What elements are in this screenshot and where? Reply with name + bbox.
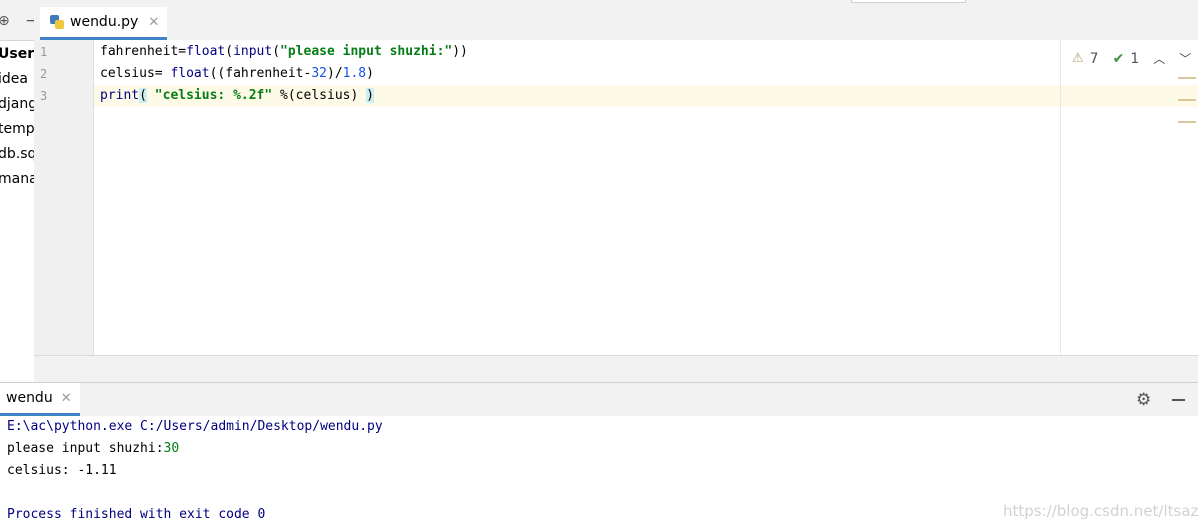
ok-count: 1 <box>1130 50 1140 67</box>
top-toolbar <box>34 0 1198 7</box>
error-stripe-mark[interactable] <box>1178 77 1196 79</box>
project-panel: ⊕ → Users idea djang temp db.sq mana <box>0 0 35 382</box>
tree-item-idea[interactable]: idea <box>0 71 28 87</box>
minimize-icon[interactable] <box>1172 399 1185 401</box>
error-stripe-mark[interactable] <box>1178 121 1196 123</box>
editor-tab-bar: wendu.py ✕ <box>34 7 1198 41</box>
line-gutter: 1 2 3 <box>34 40 94 355</box>
error-stripe-mark[interactable] <box>1178 99 1196 101</box>
close-icon[interactable]: ✕ <box>148 15 159 30</box>
tree-item-django[interactable]: djang <box>0 96 34 112</box>
console-prompt: please input shuzhi: <box>7 441 164 456</box>
tab-run-wendu[interactable]: wendu ✕ <box>0 383 80 416</box>
close-icon[interactable]: ✕ <box>61 391 72 406</box>
line-number: 3 <box>40 89 48 103</box>
warning-icon: ⚠ <box>1072 51 1084 66</box>
right-margin-guide <box>1060 40 1061 355</box>
search-field[interactable] <box>851 0 966 3</box>
code-line-2[interactable]: celsius= float((fahrenheit-32)/1.8) <box>100 66 374 81</box>
gear-icon[interactable]: ⚙ <box>1136 390 1151 410</box>
console-exit-message: Process finished with exit code 0 <box>7 507 266 522</box>
console-output: celsius: -1.11 <box>7 463 117 478</box>
code-line-1[interactable]: fahrenheit=float(input("please input shu… <box>100 44 468 59</box>
check-icon: ✔ <box>1112 50 1125 67</box>
editor-scroll-area <box>34 355 1198 383</box>
run-tab-label: wendu <box>6 390 53 406</box>
console-command: E:\ac\python.exe C:/Users/admin/Desktop/… <box>7 419 383 434</box>
tree-item-users[interactable]: Users <box>0 46 34 62</box>
warning-count: 7 <box>1089 50 1099 67</box>
console-user-input: 30 <box>163 441 180 456</box>
project-toolbar: ⊕ → <box>0 0 34 41</box>
add-icon[interactable]: ⊕ <box>0 14 10 28</box>
run-panel-header: wendu ✕ ⚙ <box>0 382 1198 417</box>
line-number: 1 <box>40 45 48 59</box>
code-line-3[interactable]: print( "celsius: %.2f" %(celsius) ) <box>100 88 374 103</box>
line-number: 2 <box>40 67 48 81</box>
chevron-up-icon[interactable]: ︿ <box>1153 50 1165 67</box>
python-file-icon <box>50 15 64 29</box>
chevron-down-icon[interactable]: ﹀ <box>1179 50 1191 67</box>
console-prompt-line: please input shuzhi:30 <box>7 441 179 456</box>
code-editor[interactable]: 1 2 3 fahrenheit=float(input("please inp… <box>34 40 1198 355</box>
tree-item-templates[interactable]: temp <box>0 121 34 137</box>
tab-label: wendu.py <box>70 14 139 30</box>
tab-wendu-py[interactable]: wendu.py ✕ <box>40 7 168 40</box>
tree-item-db[interactable]: db.sq <box>0 146 34 162</box>
watermark: https://blog.csdn.net/ltsazx <box>1003 502 1198 520</box>
inspection-widget[interactable]: ⚠ 7 ✔ 1 ︿ ﹀ <box>1072 50 1191 67</box>
tree-item-manage[interactable]: mana <box>0 171 34 187</box>
